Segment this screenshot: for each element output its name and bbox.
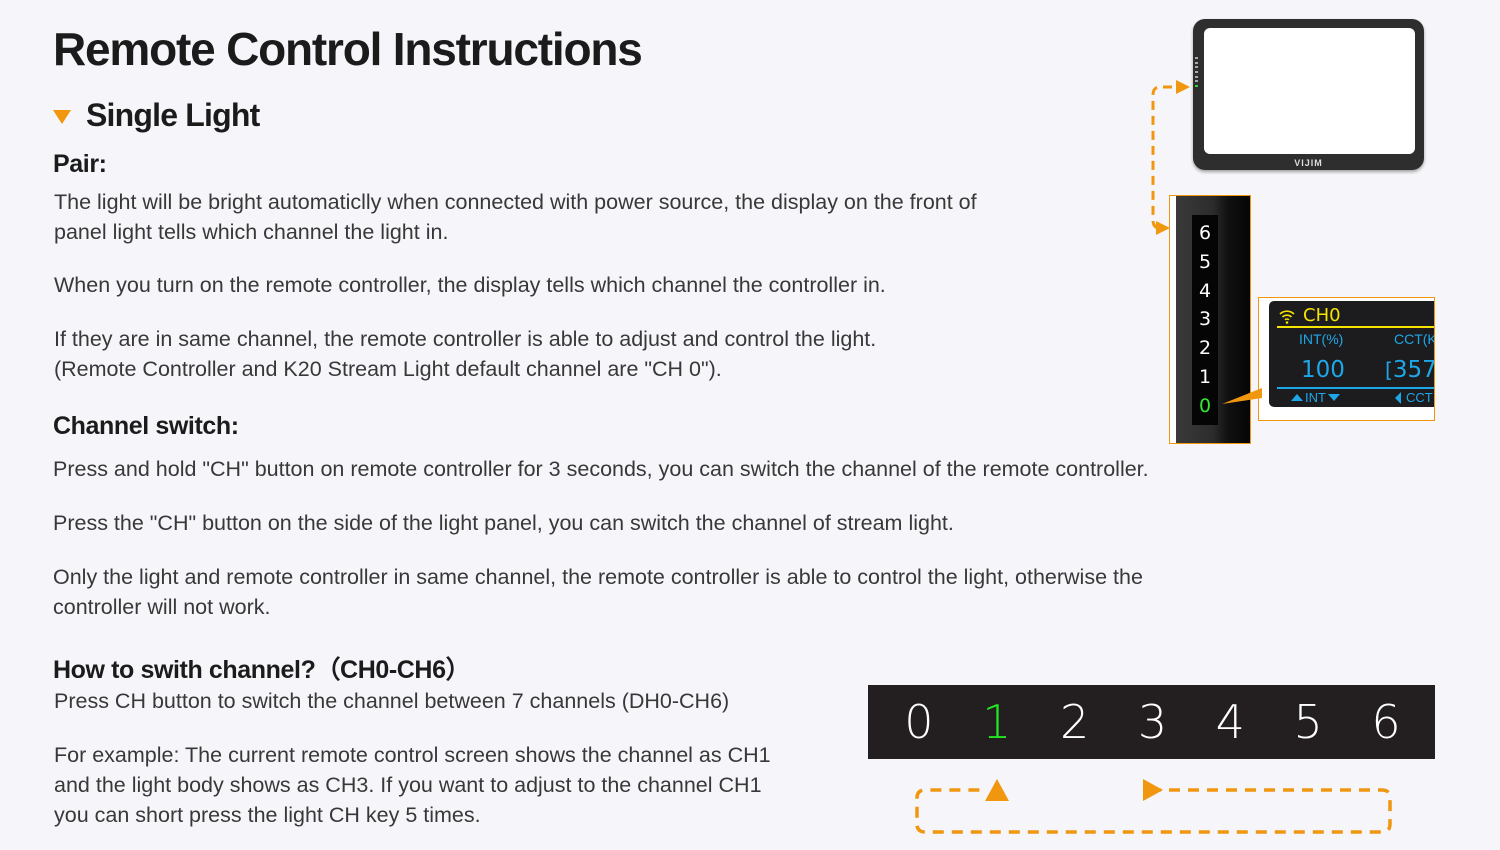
divider xyxy=(1277,326,1434,328)
side-channel-digit: 3 xyxy=(1198,308,1212,331)
how-to-heading: How to swith channel?（CH0-CH6） xyxy=(53,656,471,684)
int-control: INT xyxy=(1291,390,1340,405)
channel-bar: 0 1 2 3 4 5 6 xyxy=(868,685,1435,759)
text-line: If they are in same channel, the remote … xyxy=(54,327,877,351)
channel-led-indicator xyxy=(1195,57,1199,87)
side-channel-digit: 1 xyxy=(1198,366,1212,389)
light-side-display: 6 5 4 3 2 1 0 xyxy=(1169,195,1251,444)
text-line: Press CH button to switch the channel be… xyxy=(54,689,730,713)
int-value: 100 xyxy=(1301,357,1345,383)
text-line: Only the light and remote controller in … xyxy=(53,565,1143,589)
cct-value-group: [357 xyxy=(1385,357,1435,383)
arrow-right-icon xyxy=(1143,779,1163,801)
text-line: When you turn on the remote controller, … xyxy=(54,273,886,297)
side-channel-digit: 6 xyxy=(1198,221,1212,244)
text-line: (Remote Controller and K20 Stream Light … xyxy=(54,357,722,381)
side-channel-digit: 2 xyxy=(1198,337,1212,360)
remote-channel-label: CH0 xyxy=(1303,305,1341,326)
how-to-paragraph-2: For example: The current remote control … xyxy=(54,740,771,830)
remote-display-callout: CH0 INT(%) CCT(K 100 [357 INT CCT xyxy=(1258,297,1435,421)
arrow-right-icon xyxy=(1156,221,1170,235)
text-line: Press the "CH" button on the side of the… xyxy=(53,511,954,535)
pair-paragraph-3: If they are in same channel, the remote … xyxy=(54,324,876,384)
text-line: For example: The current remote control … xyxy=(54,743,771,767)
channel-switch-paragraph-1: Press and hold "CH" button on remote con… xyxy=(53,454,1149,484)
channel-digit: 5 xyxy=(1293,695,1323,749)
dashed-loop-line xyxy=(915,788,1392,834)
channel-digit: 3 xyxy=(1137,695,1168,749)
cct-label: CCT(K xyxy=(1394,331,1435,347)
remote-lcd-screen: CH0 INT(%) CCT(K 100 [357 INT CCT xyxy=(1269,301,1435,407)
channel-digit: 0 xyxy=(904,695,934,749)
text-line: panel light tells which channel the ligh… xyxy=(54,220,449,244)
section-header: Single Light xyxy=(53,97,260,134)
channel-digit: 2 xyxy=(1059,695,1090,749)
arrow-up-icon xyxy=(985,779,1009,801)
channel-digit: 4 xyxy=(1215,695,1245,749)
channel-switch-paragraph-2: Press the "CH" button on the side of the… xyxy=(53,508,954,538)
pair-paragraph-1: The light will be bright automaticlly wh… xyxy=(54,187,977,247)
channel-switch-heading: Channel switch: xyxy=(53,412,239,440)
side-channel-digit-active: 0 xyxy=(1198,394,1212,417)
cct-value: 357 xyxy=(1392,357,1435,383)
text-line: The light will be bright automaticlly wh… xyxy=(54,190,977,214)
cct-control: CCT xyxy=(1395,390,1433,405)
channel-switch-paragraph-3: Only the light and remote controller in … xyxy=(53,562,1143,622)
pair-heading: Pair: xyxy=(53,150,107,178)
light-panel-screen xyxy=(1204,28,1415,154)
text-line: Press and hold "CH" button on remote con… xyxy=(53,457,1149,481)
how-to-paragraph-1: Press CH button to switch the channel be… xyxy=(54,686,729,716)
channel-digit-active: 1 xyxy=(982,695,1012,749)
text-line: and the light body shows as CH3. If you … xyxy=(54,773,762,797)
channel-digit: 6 xyxy=(1371,695,1401,749)
int-label: INT(%) xyxy=(1299,331,1344,347)
pair-paragraph-2: When you turn on the remote controller, … xyxy=(54,270,886,300)
section-title: Single Light xyxy=(86,97,260,133)
side-channel-digit: 4 xyxy=(1198,279,1212,302)
side-channel-list: 6 5 4 3 2 1 0 xyxy=(1192,215,1218,425)
wifi-signal-icon xyxy=(1279,309,1295,324)
triangle-down-icon xyxy=(53,109,71,124)
selection-bracket-icon: [ xyxy=(1385,358,1393,382)
int-control-label: INT xyxy=(1305,390,1326,405)
divider xyxy=(1277,387,1434,389)
arrow-down-icon xyxy=(1327,394,1340,401)
arrow-left-icon xyxy=(1395,391,1401,404)
text-line: controller will not work. xyxy=(53,595,271,619)
arrow-up-icon xyxy=(1291,394,1303,401)
side-channel-digit: 5 xyxy=(1198,250,1212,273)
page-title: Remote Control Instructions xyxy=(53,23,643,75)
arrow-right-icon xyxy=(1176,80,1190,94)
brand-logo: VIJIM xyxy=(1294,158,1323,168)
cct-control-label: CCT xyxy=(1406,390,1433,405)
text-line: you can short press the light CH key 5 t… xyxy=(54,803,481,827)
light-panel-image: VIJIM xyxy=(1193,19,1424,170)
